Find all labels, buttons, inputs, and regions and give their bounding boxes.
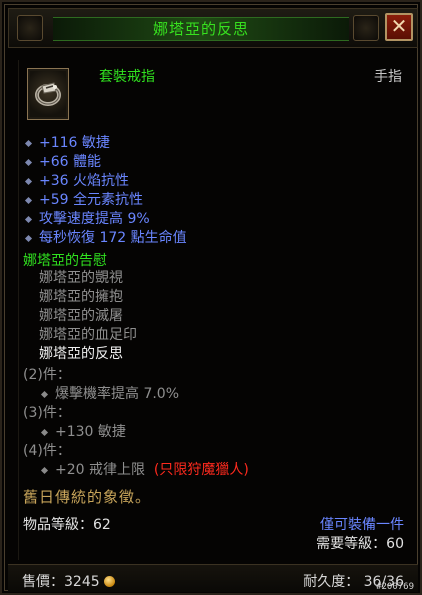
close-button[interactable]: ✕ — [385, 13, 413, 41]
ring-icon-graphic — [35, 82, 61, 106]
set-piece: 娜塔亞的血足印 — [39, 327, 137, 343]
set-bonus-count: (3)件： — [23, 405, 71, 421]
flavor-text: 舊日傳統的象徵。 — [23, 488, 152, 506]
item-title: 娜塔亞的反思 — [53, 17, 349, 41]
watermark: #200769 — [376, 582, 414, 592]
gold-coin-icon — [103, 576, 115, 587]
affix-line: 每秒恢復 172 點生命值 — [23, 229, 187, 248]
affix-line: +66 體能 — [23, 153, 187, 172]
affix-line: +59 全元素抗性 — [23, 191, 187, 210]
tooltip-body: 套裝戒指 手指 +116 敏捷 +66 體能 +36 火焰抗性 +59 全元素抗… — [18, 60, 414, 560]
required-level: 需要等級：60 — [316, 536, 404, 552]
sell-price-text: 售價：3245 — [22, 574, 100, 590]
affix-line: +36 火焰抗性 — [23, 172, 187, 191]
set-piece-list: 娜塔亞的覬視 娜塔亞的擁抱 娜塔亞的滅屠 娜塔亞的血足印 娜塔亞的反思 — [39, 269, 137, 364]
set-piece: 娜塔亞的滅屠 — [39, 308, 123, 324]
header-ornament-right — [353, 15, 379, 41]
set-bonus-effect: +130 敏捷 — [23, 423, 249, 442]
affix-list: +116 敏捷 +66 體能 +36 火焰抗性 +59 全元素抗性 攻擊速度提高… — [23, 134, 187, 248]
sell-price: 售價：3245 — [22, 571, 115, 591]
tooltip-header: 娜塔亞的反思 ✕ — [8, 8, 418, 48]
ring-icon — [27, 68, 69, 120]
item-tooltip: 娜塔亞的反思 ✕ 套裝戒指 手指 +116 敏捷 +66 體能 +36 火焰抗性… — [0, 0, 422, 595]
set-name: 娜塔亞的告慰 — [23, 253, 107, 269]
set-bonus-effect: +20 戒律上限 — [55, 462, 145, 478]
affix-line: +116 敏捷 — [23, 134, 187, 153]
set-bonus-count: (4)件： — [23, 443, 71, 459]
set-bonus-effect-row: +20 戒律上限 (只限狩魔獵人) — [23, 461, 249, 480]
set-bonus-list: (2)件： 爆擊機率提高 7.0% (3)件： +130 敏捷 (4)件： +2… — [23, 366, 249, 480]
item-type: 套裝戒指 — [99, 69, 155, 85]
set-piece-owned: 娜塔亞的反思 — [39, 346, 123, 362]
set-piece: 娜塔亞的擁抱 — [39, 289, 123, 305]
set-bonus-effect: 爆擊機率提高 7.0% — [23, 385, 249, 404]
set-bonus-count: (2)件： — [23, 367, 71, 383]
affix-line: 攻擊速度提高 9% — [23, 210, 187, 229]
unique-equipped-note: 僅可裝備一件 — [320, 517, 404, 533]
header-ornament-left — [17, 15, 43, 41]
set-piece: 娜塔亞的覬視 — [39, 270, 123, 286]
item-level: 物品等級：62 — [23, 517, 111, 533]
item-slot: 手指 — [374, 69, 402, 85]
tooltip-footer: 售價：3245 耐久度： 36/36 #200769 — [8, 564, 418, 592]
class-restriction: (只限狩魔獵人) — [153, 462, 249, 478]
